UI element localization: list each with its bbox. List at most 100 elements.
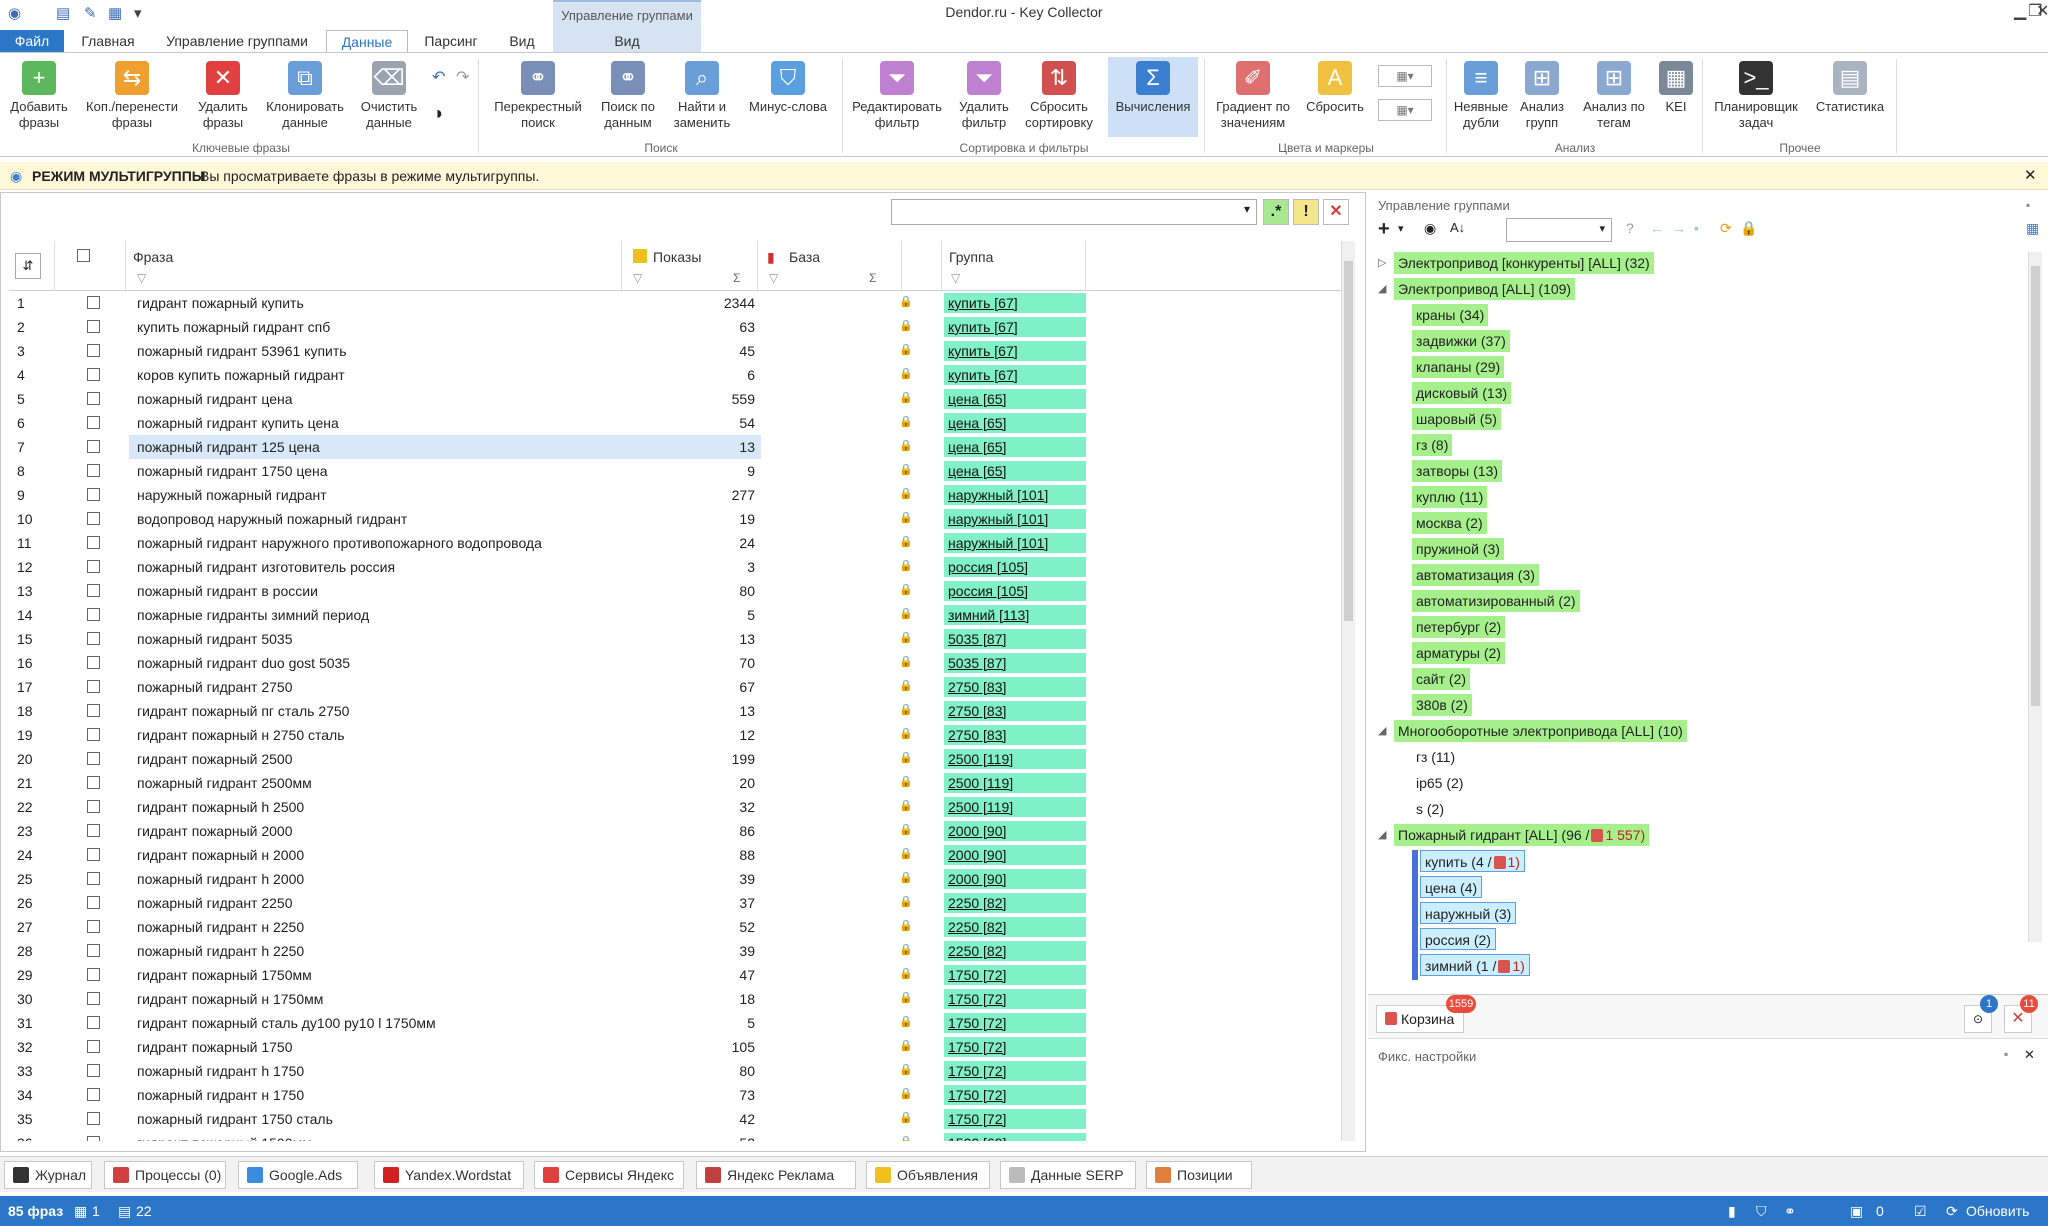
table-row[interactable]: 20 гидрант пожарный 2500 199 🔒 2500 [119] — [9, 747, 1344, 771]
shows-cell[interactable]: 47 — [629, 963, 761, 987]
tree-subgroup-node[interactable]: гз (11) — [1412, 746, 1459, 768]
shows-cell[interactable]: 559 — [629, 387, 761, 411]
group-link[interactable]: купить [67] — [944, 317, 1086, 337]
shows-cell[interactable]: 70 — [629, 651, 761, 675]
lock-icon[interactable]: 🔒 — [899, 1063, 913, 1076]
shows-cell[interactable]: 13 — [629, 435, 761, 459]
row-checkbox[interactable] — [87, 320, 100, 333]
shows-cell[interactable]: 5 — [629, 603, 761, 627]
lock-icon[interactable]: 🔒 — [899, 607, 913, 620]
shows-cell[interactable]: 24 — [629, 531, 761, 555]
tab-home[interactable]: Главная — [70, 30, 146, 52]
add-phrases-button[interactable]: + Добавить фразы — [4, 57, 74, 137]
group-link[interactable]: 2500 [119] — [944, 773, 1086, 793]
clone-data-button[interactable]: ⧉ Клонировать данные — [260, 57, 350, 137]
table-row[interactable]: 8 пожарный гидрант 1750 цена 9 🔒 цена [65] — [9, 459, 1344, 483]
save-tree-icon[interactable]: ▪ — [1694, 220, 1699, 236]
shows-cell[interactable]: 3 — [629, 555, 761, 579]
group-link[interactable]: 1750 [72] — [944, 1061, 1086, 1081]
group-link[interactable]: 2250 [82] — [944, 917, 1086, 937]
group-link[interactable]: россия [105] — [944, 557, 1086, 577]
statistics-button[interactable]: ▤ Статистика — [1808, 57, 1892, 137]
delete-filter-button[interactable]: ⏷ Удалить фильтр — [950, 57, 1018, 137]
phrase-cell[interactable]: гидрант пожарный 1750мм — [129, 963, 629, 987]
tree-subgroup-node[interactable]: цена (4) — [1420, 876, 1483, 898]
tab-group-management[interactable]: Управление группами — [150, 30, 324, 52]
table-row[interactable]: 17 пожарный гидрант 2750 67 🔒 2750 [83] — [9, 675, 1344, 699]
row-checkbox[interactable] — [87, 776, 100, 789]
shows-cell[interactable]: 39 — [629, 867, 761, 891]
shows-cell[interactable]: 9 — [629, 459, 761, 483]
tab-data[interactable]: Данные — [326, 30, 408, 52]
table-row[interactable]: 22 гидрант пожарный h 2500 32 🔒 2500 [119] — [9, 795, 1344, 819]
reset-colors-button[interactable]: A Сбросить — [1300, 57, 1370, 137]
table-row[interactable]: 26 пожарный гидрант 2250 37 🔒 2250 [82] — [9, 891, 1344, 915]
tree-subgroup-node[interactable]: ip65 (2) — [1412, 772, 1467, 794]
row-checkbox[interactable] — [87, 536, 100, 549]
phrase-cell[interactable]: гидрант пожарный купить — [129, 291, 629, 315]
shows-cell[interactable]: 52 — [629, 915, 761, 939]
minus-words-button[interactable]: ⛉ Минус-слова — [740, 57, 836, 137]
tree-subgroup-node[interactable]: зимний (1 / 1) — [1420, 954, 1530, 976]
row-checkbox[interactable] — [87, 296, 100, 309]
shows-cell[interactable]: 42 — [629, 1107, 761, 1131]
row-checkbox[interactable] — [87, 560, 100, 573]
lock-icon[interactable]: 🔒 — [899, 367, 913, 380]
lock-icon[interactable]: 🔒 — [899, 631, 913, 644]
exclamation-button[interactable]: ! — [1293, 199, 1319, 225]
tree-subgroup-node[interactable]: арматуры (2) — [1412, 642, 1505, 664]
phrase-cell[interactable]: гидрант пожарный 1500мм — [129, 1131, 629, 1141]
filter-input[interactable]: ▾ — [891, 199, 1257, 225]
expand-toggle-icon[interactable]: ◢ — [1378, 282, 1386, 295]
filter-icon[interactable]: ▽ — [137, 271, 146, 285]
tree-subgroup-node[interactable]: автоматизированный (2) — [1412, 590, 1580, 612]
check-icon[interactable]: ☑ — [1914, 1196, 1927, 1226]
tab-journal[interactable]: Журнал — [4, 1161, 92, 1189]
row-checkbox[interactable] — [87, 920, 100, 933]
tab-serp-data[interactable]: Данные SERP — [1000, 1161, 1136, 1189]
find-replace-button[interactable]: ⌕ Найти и заменить — [668, 57, 736, 137]
lock-icon[interactable]: 🔒 — [899, 319, 913, 332]
shows-cell[interactable]: 52 — [629, 1131, 761, 1141]
phrase-cell[interactable]: гидрант пожарный сталь ду100 ру10 l 1750… — [129, 1011, 629, 1035]
group-select[interactable]: ▾ — [1506, 218, 1612, 242]
shows-cell[interactable]: 5 — [629, 1011, 761, 1035]
table-row[interactable]: 3 пожарный гидрант 53961 купить 45 🔒 купить … — [9, 339, 1344, 363]
shows-cell[interactable]: 13 — [629, 699, 761, 723]
group-link[interactable]: 2000 [90] — [944, 821, 1086, 841]
row-checkbox[interactable] — [87, 1112, 100, 1125]
group-link[interactable]: 1750 [72] — [944, 1109, 1086, 1129]
row-checkbox[interactable] — [87, 464, 100, 477]
shows-cell[interactable]: 80 — [629, 1059, 761, 1083]
group-link[interactable]: 2250 [82] — [944, 941, 1086, 961]
implicit-duplicates-button[interactable]: ≡ Неявные дубли — [1452, 57, 1510, 137]
lock-icon[interactable]: 🔒 — [899, 1087, 913, 1100]
redo-icon[interactable]: ↷ — [456, 67, 469, 87]
phrase-cell[interactable]: водопровод наружный пожарный гидрант — [129, 507, 629, 531]
lock-icon[interactable]: 🔒 — [899, 535, 913, 548]
eye-icon[interactable]: ◉ — [1424, 220, 1436, 237]
tab-view[interactable]: Вид — [494, 30, 550, 52]
table-row[interactable]: 28 пожарный гидрант h 2250 39 🔒 2250 [82] — [9, 939, 1344, 963]
table-row[interactable]: 23 гидрант пожарный 2000 86 🔒 2000 [90] — [9, 819, 1344, 843]
group-link[interactable]: 2000 [90] — [944, 869, 1086, 889]
expand-toggle-icon[interactable]: ◢ — [1378, 724, 1386, 737]
row-checkbox[interactable] — [87, 992, 100, 1005]
phrase-cell[interactable]: пожарный гидрант h 1750 — [129, 1059, 629, 1083]
phrase-cell[interactable]: пожарный гидрант h 2250 — [129, 939, 629, 963]
lock-icon[interactable]: 🔒 — [899, 679, 913, 692]
shows-cell[interactable]: 67 — [629, 675, 761, 699]
shows-cell[interactable]: 199 — [629, 747, 761, 771]
group-link[interactable]: 2750 [83] — [944, 725, 1086, 745]
group-link[interactable]: наружный [101] — [944, 533, 1086, 553]
phrase-cell[interactable]: пожарный гидрант цена — [129, 387, 629, 411]
group-link[interactable]: 2750 [83] — [944, 677, 1086, 697]
row-checkbox[interactable] — [87, 680, 100, 693]
group-link[interactable]: 2500 [119] — [944, 749, 1086, 769]
refresh-button[interactable]: Обновить — [1966, 1196, 2029, 1226]
expand-toggle-icon[interactable]: ▷ — [1378, 256, 1386, 269]
color-grid-icon[interactable]: ▦▾ — [1378, 99, 1432, 121]
tree-group-node[interactable]: Электропривод [ALL] (109) — [1394, 278, 1576, 300]
shows-cell[interactable]: 37 — [629, 891, 761, 915]
row-checkbox[interactable] — [87, 440, 100, 453]
